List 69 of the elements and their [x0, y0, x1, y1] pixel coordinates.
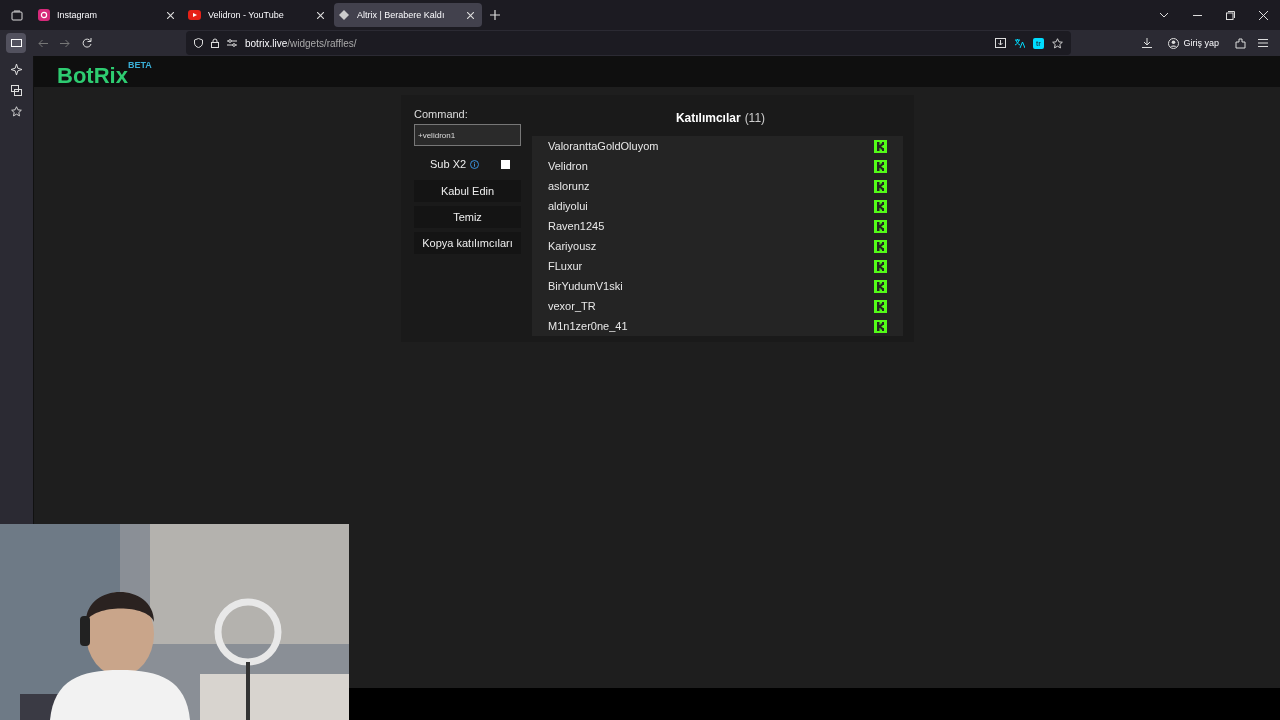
participant-name: aslorunz	[548, 180, 591, 192]
platform-icon	[874, 259, 887, 273]
platform-icon	[874, 159, 887, 173]
download-icon[interactable]	[1142, 38, 1153, 48]
command-label: Command:	[414, 108, 469, 120]
tabs-icon[interactable]	[11, 85, 22, 96]
close-tab-icon[interactable]	[467, 11, 474, 19]
star-icon[interactable]	[11, 106, 22, 117]
tab-list-icon[interactable]	[11, 9, 23, 21]
participant-name: Raven1245	[548, 220, 606, 232]
command-field[interactable]: +velidron1	[414, 124, 521, 146]
sliders-icon[interactable]	[227, 39, 237, 47]
action-button[interactable]: Temiz	[414, 206, 521, 228]
chevron-down-icon[interactable]	[1159, 12, 1169, 18]
sparkle-icon[interactable]	[11, 64, 22, 75]
platform-icon	[874, 219, 887, 233]
sign-in-button[interactable]: Giriş yap	[1164, 35, 1223, 51]
platform-icon	[874, 179, 887, 193]
participants-title: Katılımcılar	[675, 110, 741, 127]
play-icon	[188, 10, 201, 20]
puzzle-icon[interactable]	[1235, 37, 1246, 49]
translate-icon[interactable]	[1014, 38, 1026, 48]
download-page-icon[interactable]	[995, 38, 1007, 48]
account-icon	[1168, 37, 1180, 49]
language-badge[interactable]: tr	[1033, 37, 1044, 49]
shield-icon	[194, 38, 203, 48]
camera-icon	[38, 9, 50, 21]
platform-icon	[874, 279, 887, 293]
new-tab-icon[interactable]	[490, 10, 500, 20]
browser-tab[interactable]: Velidron - YouTube	[184, 3, 332, 27]
participant-name: Kariyousz	[548, 240, 598, 252]
menu-icon[interactable]	[1258, 39, 1268, 47]
star-icon[interactable]	[1052, 37, 1063, 49]
lock-icon	[211, 38, 219, 48]
sub-checkbox[interactable]	[501, 159, 510, 169]
close-tab-icon[interactable]	[167, 11, 174, 19]
participant-name: BirYudumV1ski	[548, 280, 624, 292]
close-tab-icon[interactable]	[317, 11, 324, 19]
address-bar[interactable]: botrix.live/widgets/raffles/ tr	[186, 31, 1071, 55]
diamond-icon	[338, 9, 350, 21]
platform-icon	[874, 239, 887, 253]
action-button[interactable]: Kabul Edin	[414, 180, 521, 202]
sidebar-toggle-button[interactable]	[6, 33, 26, 53]
restore-icon[interactable]	[1226, 10, 1235, 20]
site-logo[interactable]: BotRix	[57, 63, 128, 89]
browser-tab[interactable]: Instagram	[34, 3, 182, 27]
sidebar-icon	[10, 39, 22, 47]
participant-name: ValoranttaGoldOluyom	[548, 140, 660, 152]
participant-name: M1n1zer0ne_41	[548, 320, 629, 332]
participant-count: (11)	[744, 110, 766, 127]
participant-name: Velidron	[548, 160, 589, 172]
forward-icon[interactable]	[60, 38, 70, 48]
participant-name: vexor_TR	[548, 300, 597, 312]
browser-tab[interactable]: Altrix | Berabere Kaldı	[334, 3, 482, 27]
close-icon[interactable]	[1259, 10, 1268, 20]
platform-icon	[874, 299, 887, 313]
reload-icon[interactable]	[82, 38, 92, 48]
participant-name: aldiyolui	[548, 200, 589, 212]
participant-name: FLuxur	[548, 260, 584, 272]
platform-icon	[874, 139, 887, 153]
info-icon[interactable]	[470, 159, 480, 169]
back-icon[interactable]	[38, 38, 48, 48]
sub-label: Sub X2	[430, 158, 467, 170]
platform-icon	[874, 199, 887, 213]
action-button[interactable]: Kopya katılımcıları	[414, 232, 521, 254]
url-text: botrix.live/widgets/raffles/	[245, 37, 357, 49]
beta-label: BETA	[127, 60, 152, 70]
platform-icon	[874, 319, 887, 333]
minimize-icon[interactable]	[1193, 14, 1202, 16]
